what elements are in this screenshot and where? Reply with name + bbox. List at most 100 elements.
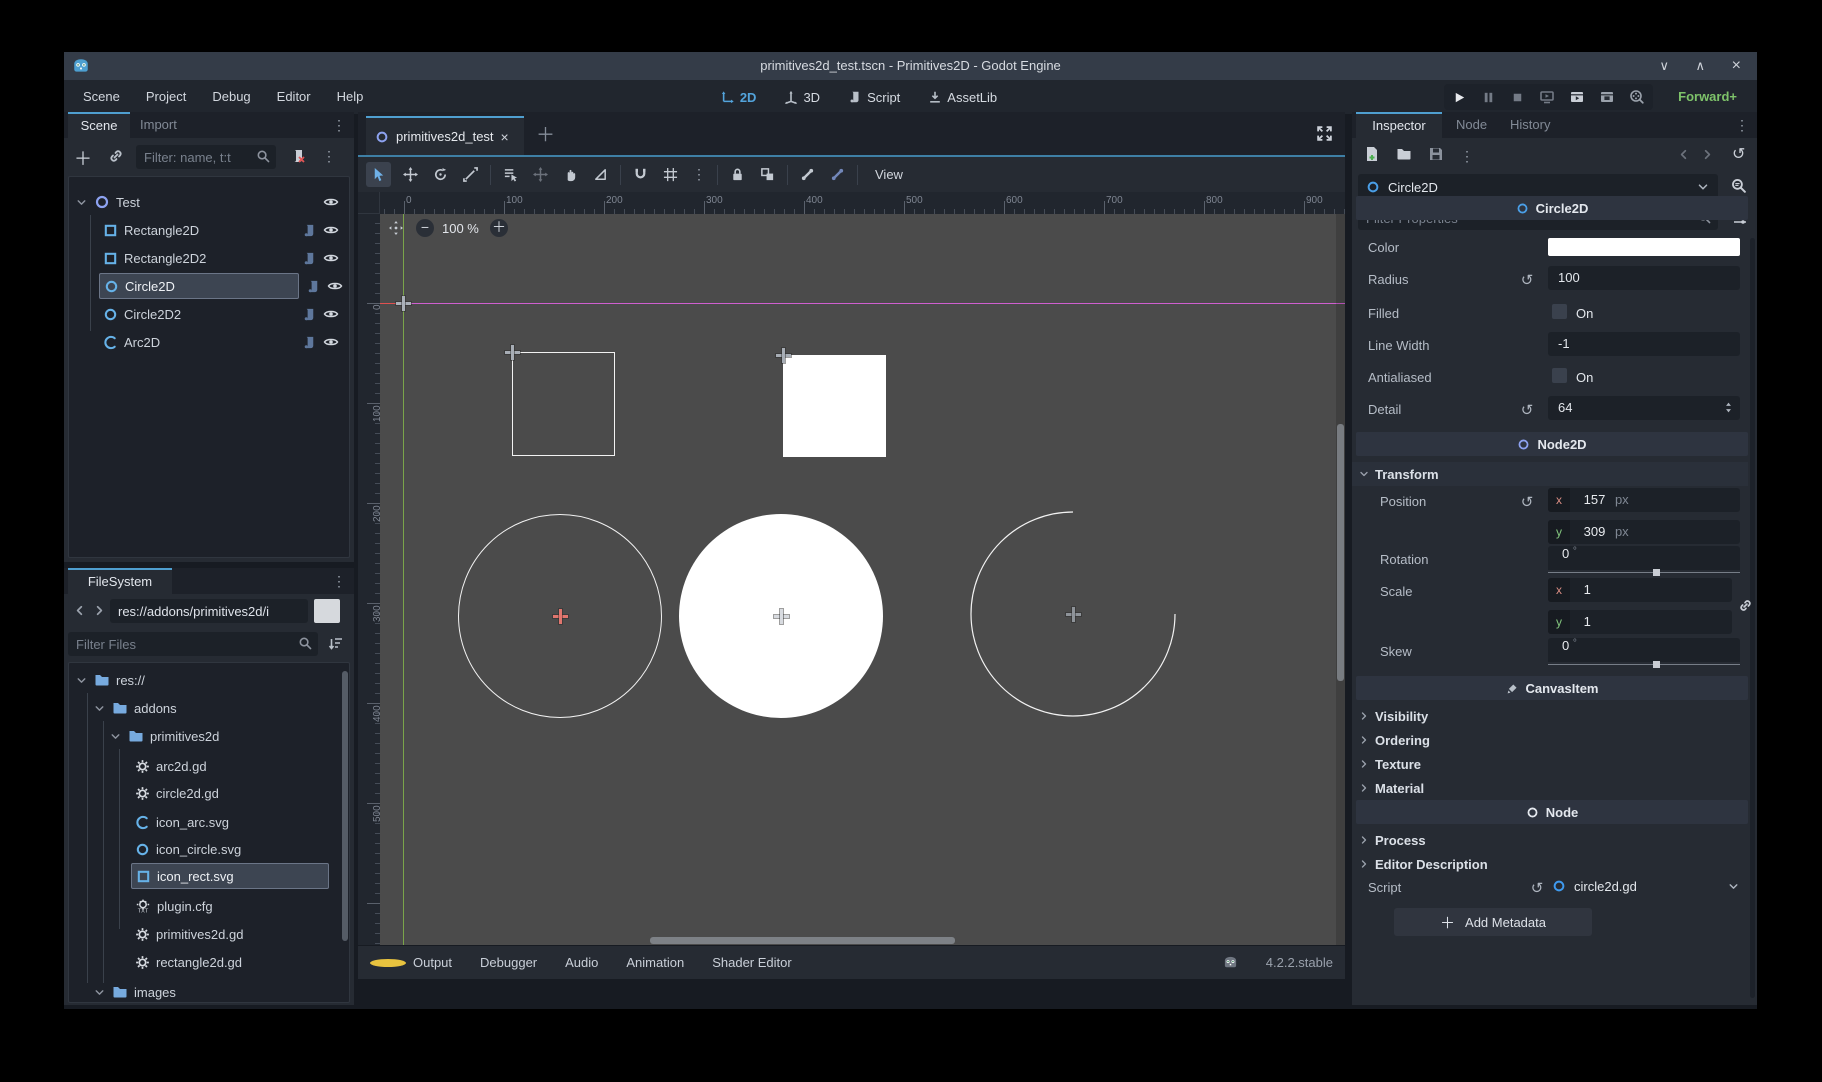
group-texture[interactable]: Texture (1352, 752, 1748, 776)
scene-node-test[interactable]: Test (75, 189, 345, 215)
filesystem-path[interactable] (110, 599, 308, 623)
workspace-assetlib[interactable]: AssetLib (928, 90, 997, 105)
position-x-field[interactable]: x 157 px (1548, 488, 1740, 512)
section-circle2d[interactable]: Circle2D (1356, 196, 1748, 220)
scene-dock-menu-icon[interactable]: ⋮ (332, 117, 346, 134)
bottom-tab-output[interactable]: Output (406, 955, 466, 970)
play-custom-scene-button[interactable] (1599, 89, 1615, 105)
view-menu[interactable]: View (867, 167, 911, 182)
script-value[interactable]: circle2d.gd (1552, 874, 1740, 898)
center-view-icon[interactable] (388, 220, 404, 236)
smart-snap-icon[interactable] (630, 164, 651, 185)
radius-value[interactable]: 100 (1548, 266, 1740, 290)
scene-node-arc2d[interactable]: Arc2D (103, 329, 345, 355)
workspace-script[interactable]: Script (848, 90, 900, 105)
revert-script-icon[interactable]: ↺ (1528, 879, 1546, 897)
antialiased-checkbox[interactable] (1552, 368, 1567, 383)
zoom-level[interactable]: 100 % (442, 221, 479, 236)
revert-position-icon[interactable]: ↺ (1518, 493, 1536, 511)
fs-primitives2d-gd[interactable]: primitives2d.gd (135, 921, 341, 947)
detach-script-icon[interactable] (290, 148, 306, 164)
rectangle2d-outline-shape[interactable] (512, 352, 615, 456)
load-resource-icon[interactable] (1396, 146, 1412, 162)
lock-node-icon[interactable] (727, 164, 748, 185)
group-visibility[interactable]: Visibility (1352, 704, 1748, 728)
rotation-field[interactable]: 0 ° (1548, 546, 1740, 570)
history-back-icon[interactable] (1676, 147, 1691, 162)
group-material[interactable]: Material (1352, 776, 1748, 800)
scale-x-field[interactable]: x 1 (1548, 578, 1732, 602)
inspector-dock-menu-icon[interactable]: ⋮ (1735, 117, 1749, 134)
pivot-tool-icon[interactable] (530, 164, 551, 185)
scene-node-rectangle2d2[interactable]: Rectangle2D2 (103, 245, 345, 271)
ruler-tool-icon[interactable] (590, 164, 611, 185)
detail-value[interactable]: 64 (1548, 396, 1740, 420)
scene-node-circle2d2[interactable]: Circle2D2 (103, 301, 345, 327)
workspace-3d[interactable]: 3D (784, 90, 820, 105)
canvas-viewport[interactable]: − 100 % ＋ (380, 214, 1345, 945)
history-forward-icon[interactable] (1700, 147, 1715, 162)
split-mode-toggle[interactable] (314, 599, 340, 623)
tab-scene[interactable]: Scene (68, 112, 130, 138)
section-node2d[interactable]: Node2D (1356, 432, 1748, 456)
position-y-field[interactable]: y 309 px (1548, 520, 1740, 544)
grid-snap-icon[interactable] (660, 164, 681, 185)
filesystem-path-input[interactable] (110, 599, 308, 623)
instance-scene-icon[interactable] (108, 148, 124, 164)
fs-icon-rect-svg-selected[interactable]: icon_rect.svg (131, 863, 329, 889)
sort-files-icon[interactable] (328, 636, 344, 652)
skew-field[interactable]: 0 ° (1548, 638, 1740, 662)
filesystem-scrollbar[interactable] (342, 671, 348, 941)
script-icon[interactable] (302, 307, 317, 322)
script-icon[interactable] (302, 223, 317, 238)
tab-import[interactable]: Import (140, 112, 177, 138)
resource-options-icon[interactable]: ⋮ (1460, 148, 1474, 165)
stop-button[interactable] (1510, 90, 1525, 105)
workspace-2d[interactable]: 2D (721, 90, 757, 105)
fs-primitives2d[interactable]: primitives2d (109, 723, 341, 749)
fs-res-root[interactable]: res:// (75, 667, 339, 693)
eye-icon[interactable] (327, 278, 343, 294)
revert-detail-icon[interactable]: ↺ (1518, 401, 1536, 419)
script-icon[interactable] (302, 251, 317, 266)
select-tool-icon[interactable] (366, 162, 391, 187)
eye-icon[interactable] (323, 334, 339, 350)
fs-icon-circle-svg[interactable]: icon_circle.svg (135, 836, 341, 862)
skeleton-options-icon[interactable] (797, 164, 818, 185)
canvas-hscrollbar-thumb[interactable] (650, 937, 955, 944)
add-node-button[interactable]: ＋ (74, 145, 92, 171)
fs-circle2d-gd[interactable]: circle2d.gd (135, 780, 341, 806)
section-canvasitem[interactable]: CanvasItem (1356, 676, 1748, 700)
scene-filter-input[interactable] (136, 145, 276, 169)
color-swatch[interactable] (1548, 238, 1740, 256)
tab-inspector[interactable]: Inspector (1356, 112, 1442, 138)
nav-back-icon[interactable] (72, 603, 87, 618)
play-scene-button[interactable] (1569, 89, 1585, 105)
fs-rectangle2d-gd[interactable]: rectangle2d.gd (135, 949, 341, 975)
bottom-tab-debugger[interactable]: Debugger (466, 955, 551, 970)
add-metadata-button[interactable]: ＋ Add Metadata (1394, 908, 1592, 936)
eye-icon[interactable] (323, 194, 339, 210)
expand-viewport-icon[interactable] (1316, 125, 1333, 142)
snap-options-icon[interactable]: ⋮ (690, 166, 708, 183)
ruler-corner[interactable] (358, 192, 380, 214)
filled-checkbox[interactable] (1552, 304, 1567, 319)
group-transform[interactable]: Transform (1352, 462, 1748, 486)
tab-node[interactable]: Node (1456, 112, 1487, 138)
object-history-icon[interactable]: ↺ (1732, 144, 1745, 164)
nav-forward-icon[interactable] (92, 603, 107, 618)
filesystem-filter-input[interactable] (68, 632, 318, 656)
pan-tool-icon[interactable] (560, 164, 581, 185)
move-tool-icon[interactable] (400, 164, 421, 185)
play-button[interactable] (1452, 90, 1467, 105)
movie-maker-button[interactable] (1629, 89, 1645, 105)
remote-debug-icon[interactable] (1539, 89, 1555, 105)
fs-addons[interactable]: addons (93, 695, 341, 721)
script-icon[interactable] (306, 279, 321, 294)
rectangle2d2-filled-shape[interactable] (783, 355, 886, 457)
filesystem-dock-menu-icon[interactable]: ⋮ (332, 573, 346, 590)
inspector-scrollbar[interactable] (1750, 238, 1755, 998)
rotate-tool-icon[interactable] (430, 164, 451, 185)
list-select-tool-icon[interactable] (500, 164, 521, 185)
scene-node-circle2d-selected[interactable]: Circle2D (99, 273, 299, 299)
